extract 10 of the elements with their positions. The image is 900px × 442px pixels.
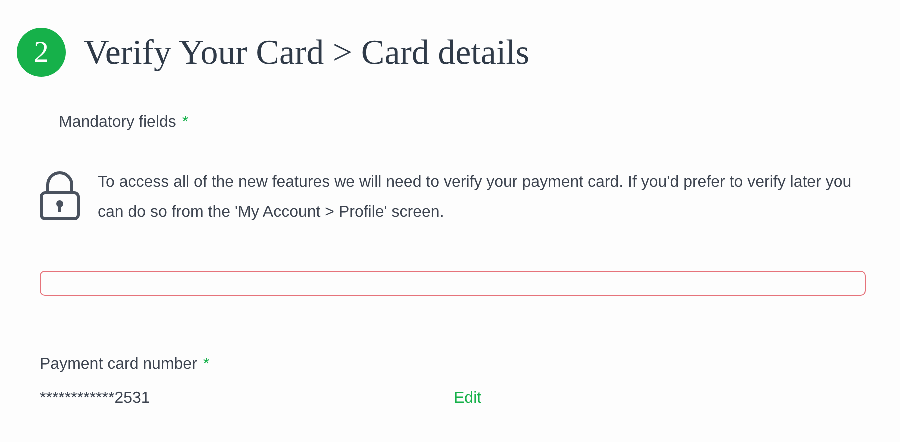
notice-text: To access all of the new features we will need to verify your payment card. If you'd prefer to verify later you can do so from the 'My Account > Profile' screen. — [98, 173, 853, 223]
card-number-label: Payment card number — [40, 355, 198, 375]
step-badge: 2 — [17, 28, 66, 77]
required-asterisk: * — [182, 113, 189, 133]
page-title: Verify Your Card > Card details — [84, 35, 530, 70]
required-asterisk: * — [203, 355, 210, 375]
edit-link[interactable]: Edit — [454, 387, 482, 411]
mandatory-label: Mandatory fields — [59, 113, 176, 133]
card-number-value: ************2531 — [40, 389, 152, 409]
lock-icon — [40, 171, 80, 221]
